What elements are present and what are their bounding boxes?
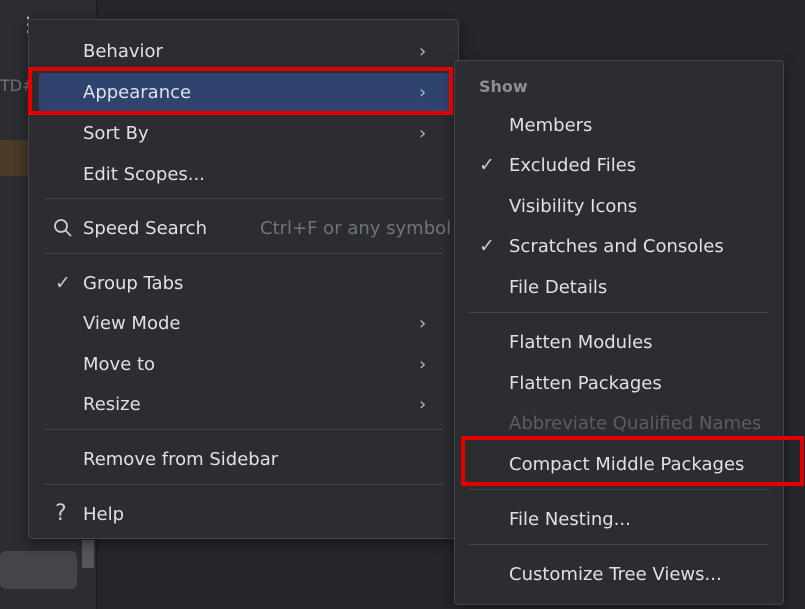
menu-item-label: Flatten Modules <box>509 331 653 353</box>
submenu-section-header: Show <box>479 77 528 96</box>
menu-item-label: Remove from Sidebar <box>83 448 279 470</box>
menu-item-label: Members <box>509 114 593 136</box>
submenu-item-flatten-modules[interactable]: Flatten Modules <box>455 323 783 361</box>
menu-separator <box>469 312 769 313</box>
menu-item-label: Edit Scopes... <box>83 163 205 185</box>
menu-item-sort-by[interactable]: Sort By › <box>29 114 458 152</box>
menu-item-label: Sort By <box>83 122 149 144</box>
menu-item-label: File Details <box>509 276 608 298</box>
menu-item-label: Speed Search <box>83 217 207 239</box>
menu-item-help[interactable]: ? Help <box>29 495 458 533</box>
shortcut-hint: Ctrl+F or any symbol <box>260 217 452 239</box>
checkmark-icon: ✓ <box>479 235 495 257</box>
menu-item-move-to[interactable]: Move to › <box>29 345 458 383</box>
scrollbar-thumb[interactable] <box>82 540 94 568</box>
menu-separator <box>45 484 443 485</box>
question-mark-icon: ? <box>55 501 67 526</box>
checkmark-icon: ✓ <box>55 272 71 294</box>
menu-item-edit-scopes[interactable]: Edit Scopes... <box>29 155 458 193</box>
checkmark-icon: ✓ <box>479 154 495 176</box>
submenu-item-excluded-files[interactable]: ✓ Excluded Files <box>455 146 783 184</box>
submenu-item-scratches-consoles[interactable]: ✓ Scratches and Consoles <box>455 227 783 265</box>
menu-item-label: Resize <box>83 393 141 415</box>
menu-item-behavior[interactable]: Behavior › <box>29 32 458 70</box>
sidebar-pill <box>0 551 77 589</box>
appearance-submenu: Show Members ✓ Excluded Files Visibility… <box>454 60 784 605</box>
menu-item-speed-search[interactable]: Speed Search Ctrl+F or any symbol <box>29 209 458 247</box>
chevron-right-icon: › <box>419 312 427 334</box>
submenu-item-customize-tree-views[interactable]: Customize Tree Views... <box>455 555 783 593</box>
annotation-box-appearance <box>28 67 453 115</box>
menu-item-label: Abbreviate Qualified Names <box>509 412 762 434</box>
menu-item-label: Excluded Files <box>509 154 637 176</box>
menu-item-label: Behavior <box>83 40 163 62</box>
menu-separator <box>469 544 769 545</box>
menu-item-label: Group Tabs <box>83 272 184 294</box>
menu-item-label: Customize Tree Views... <box>509 563 722 585</box>
menu-item-view-mode[interactable]: View Mode › <box>29 304 458 342</box>
menu-item-label: Visibility Icons <box>509 195 638 217</box>
menu-item-label: Move to <box>83 353 156 375</box>
menu-separator <box>469 489 769 490</box>
submenu-item-visibility-icons[interactable]: Visibility Icons <box>455 187 783 225</box>
annotation-box-compact-middle-packages <box>461 436 804 486</box>
menu-separator <box>45 198 443 199</box>
search-icon <box>53 218 73 243</box>
menu-item-label: Flatten Packages <box>509 372 662 394</box>
menu-item-resize[interactable]: Resize › <box>29 385 458 423</box>
submenu-item-file-details[interactable]: File Details <box>455 268 783 306</box>
submenu-item-members[interactable]: Members <box>455 106 783 144</box>
menu-separator <box>45 429 443 430</box>
chevron-right-icon: › <box>419 40 427 62</box>
menu-item-remove-from-sidebar[interactable]: Remove from Sidebar <box>29 440 458 478</box>
menu-item-label: Help <box>83 503 125 525</box>
submenu-item-flatten-packages[interactable]: Flatten Packages <box>455 364 783 402</box>
menu-item-label: Scratches and Consoles <box>509 235 724 257</box>
submenu-item-file-nesting[interactable]: File Nesting... <box>455 500 783 538</box>
chevron-right-icon: › <box>419 393 427 415</box>
chevron-right-icon: › <box>419 122 427 144</box>
menu-separator <box>45 253 443 254</box>
sidebar-selected-row <box>0 140 28 176</box>
chevron-right-icon: › <box>419 353 427 375</box>
menu-item-group-tabs[interactable]: ✓ Group Tabs <box>29 264 458 302</box>
menu-item-label: File Nesting... <box>509 508 631 530</box>
menu-item-label: View Mode <box>83 312 181 334</box>
